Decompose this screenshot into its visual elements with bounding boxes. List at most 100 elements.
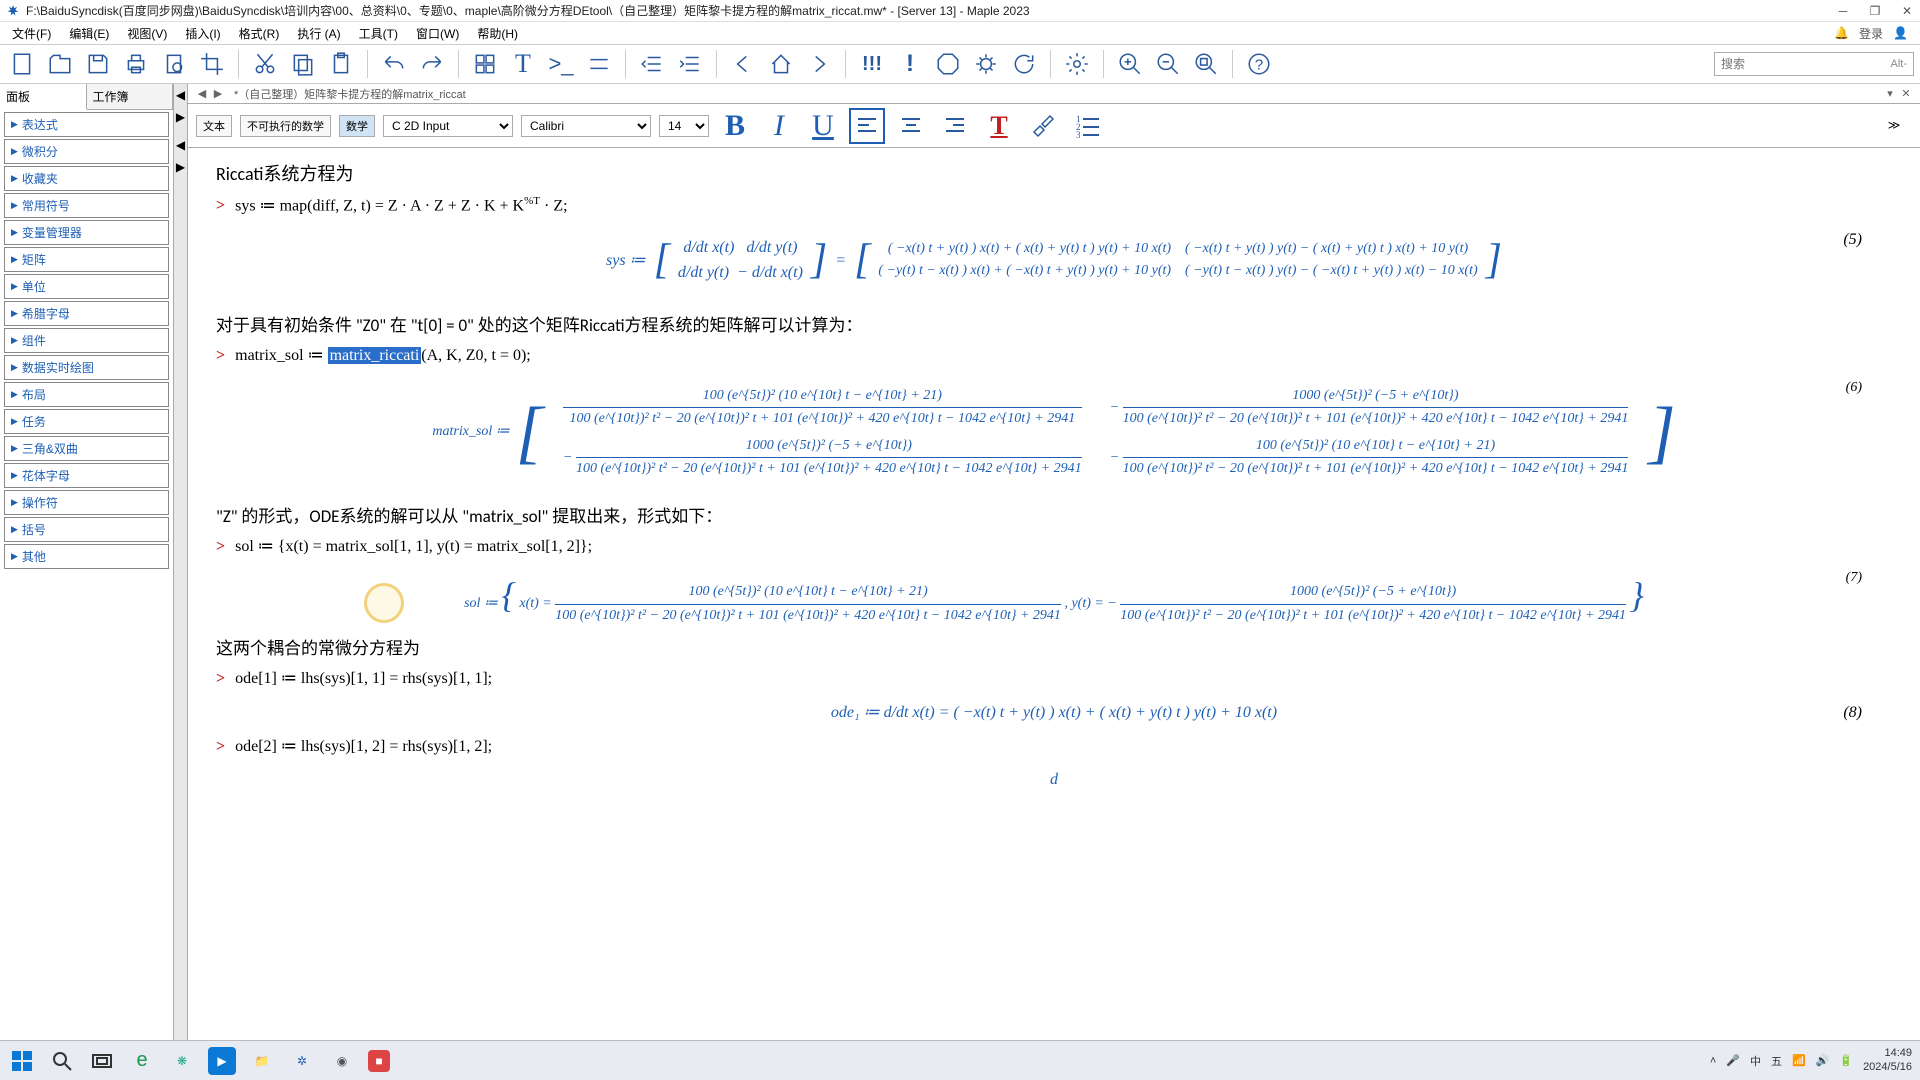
volume-icon[interactable]: 🔊 [1816,1054,1830,1067]
mode-text-button[interactable]: 文本 [196,115,232,137]
menu-execute[interactable]: 执行 (A) [289,23,348,44]
wifi-icon[interactable]: 📶 [1792,1054,1806,1067]
ime-cn-icon[interactable]: 中 [1750,1053,1761,1069]
tab-close-icon[interactable]: ✕ [1898,87,1914,100]
copy-icon[interactable] [287,48,319,80]
menu-help[interactable]: 帮助(H) [469,23,526,44]
maple-taskbar-icon[interactable]: ✲ [288,1047,316,1075]
input-sys[interactable]: > sys ≔ map(diff, Z, t) = Z · A · Z + Z … [216,193,1892,219]
palette-item[interactable]: ▶表达式 [4,112,169,137]
sidetab-panel[interactable]: 面板 [0,84,87,110]
tab-next-icon[interactable]: ▶ [210,87,226,100]
highlight-button[interactable] [1025,108,1061,144]
menu-edit[interactable]: 编辑(E) [61,23,117,44]
app-icon-2[interactable]: ▶ [208,1047,236,1075]
palette-item[interactable]: ▶括号 [4,517,169,542]
list-button[interactable]: 123 [1069,108,1105,144]
prompt-icon[interactable]: >_ [545,48,577,80]
menu-window[interactable]: 窗口(W) [408,23,467,44]
print-preview-icon[interactable] [158,48,190,80]
palette-item[interactable]: ▶收藏夹 [4,166,169,191]
chevron-up-icon[interactable]: ˄ [1710,1055,1716,1067]
debug-icon[interactable] [970,48,1002,80]
tab-menu-icon[interactable]: ▾ [1882,87,1898,100]
search-box[interactable]: Alt- [1714,52,1914,76]
open-icon[interactable] [44,48,76,80]
help-icon[interactable]: ? [1243,48,1275,80]
exec-icon[interactable]: ! [894,48,926,80]
bold-button[interactable]: B [717,108,753,144]
palette-item[interactable]: ▶变量管理器 [4,220,169,245]
indent-left-icon[interactable] [636,48,668,80]
mode-nonexec-button[interactable]: 不可执行的数学 [240,115,331,137]
palette-item[interactable]: ▶组件 [4,328,169,353]
save-icon[interactable] [82,48,114,80]
grid-icon[interactable] [469,48,501,80]
worksheet-content[interactable]: Riccati系统方程为 > sys ≔ map(diff, Z, t) = Z… [188,148,1920,1040]
font-color-button[interactable]: T [981,108,1017,144]
document-tab[interactable]: *（自己整理）矩阵黎卡提方程的解matrix_riccat [234,86,466,102]
forward-icon[interactable] [803,48,835,80]
collapse-handle[interactable]: ◀ ▶ ◀ ▶ [174,84,188,1040]
ime-mode-icon[interactable]: 五 [1771,1053,1782,1069]
restart-icon[interactable] [1008,48,1040,80]
explorer-icon[interactable]: 📁 [248,1047,276,1075]
search-taskbar-icon[interactable] [48,1047,76,1075]
user-icon[interactable]: 👤 [1893,26,1908,40]
palette-item[interactable]: ▶常用符号 [4,193,169,218]
search-input[interactable] [1721,57,1891,71]
indent-right-icon[interactable] [674,48,706,80]
app-icon-1[interactable]: ❋ [168,1047,196,1075]
mode-math-button[interactable]: 数学 [339,115,375,137]
menu-tools[interactable]: 工具(T) [351,23,406,44]
zoom-in-icon[interactable] [1114,48,1146,80]
input-ode2[interactable]: > ode[2] ≔ lhs(sys)[1, 2] = rhs(sys)[1, … [216,734,1892,760]
palette-item[interactable]: ▶单位 [4,274,169,299]
home-icon[interactable] [765,48,797,80]
palette-item[interactable]: ▶布局 [4,382,169,407]
redo-icon[interactable] [416,48,448,80]
palette-item[interactable]: ▶数据实时绘图 [4,355,169,380]
palette-item[interactable]: ▶操作符 [4,490,169,515]
expand-toolbar-icon[interactable]: ≫ [1876,108,1912,144]
palette-item[interactable]: ▶任务 [4,409,169,434]
back-icon[interactable] [727,48,759,80]
undo-icon[interactable] [378,48,410,80]
palette-item[interactable]: ▶希腊字母 [4,301,169,326]
battery-icon[interactable]: 🔋 [1839,1054,1853,1067]
print-icon[interactable] [120,48,152,80]
login-link[interactable]: 登录 [1859,25,1883,42]
paste-icon[interactable] [325,48,357,80]
menu-file[interactable]: 文件(F) [4,23,59,44]
menu-insert[interactable]: 插入(I) [177,23,228,44]
align-left-button[interactable] [849,108,885,144]
input-mode-select[interactable]: C 2D Input [383,115,513,137]
exec-all-icon[interactable]: !!! [856,48,888,80]
mic-icon[interactable]: 🎤 [1726,1054,1740,1067]
app-icon-4[interactable]: ■ [368,1050,390,1072]
edge-icon[interactable]: e [128,1047,156,1075]
align-right-button[interactable] [937,108,973,144]
align-center-button[interactable] [893,108,929,144]
sidetab-workbook[interactable]: 工作簿 [87,84,174,109]
menu-format[interactable]: 格式(R) [231,23,288,44]
stop-icon[interactable] [932,48,964,80]
zoom-fit-icon[interactable] [1190,48,1222,80]
maximize-button[interactable]: ❐ [1868,4,1882,18]
palette-item[interactable]: ▶矩阵 [4,247,169,272]
gear-icon[interactable] [1061,48,1093,80]
text-T-icon[interactable]: T [507,48,539,80]
input-ode1[interactable]: > ode[1] ≔ lhs(sys)[1, 1] = rhs(sys)[1, … [216,666,1892,692]
start-button[interactable] [8,1047,36,1075]
palette-item[interactable]: ▶花体字母 [4,463,169,488]
new-doc-icon[interactable] [6,48,38,80]
close-button[interactable]: ✕ [1900,4,1914,18]
palette-item[interactable]: ▶微积分 [4,139,169,164]
bell-icon[interactable]: 🔔 [1834,26,1849,40]
input-sol[interactable]: > sol ≔ {x(t) = matrix_sol[1, 1], y(t) =… [216,534,1892,560]
section-icon[interactable] [583,48,615,80]
taskview-icon[interactable] [88,1047,116,1075]
crop-icon[interactable] [196,48,228,80]
cut-icon[interactable] [249,48,281,80]
italic-button[interactable]: I [761,108,797,144]
